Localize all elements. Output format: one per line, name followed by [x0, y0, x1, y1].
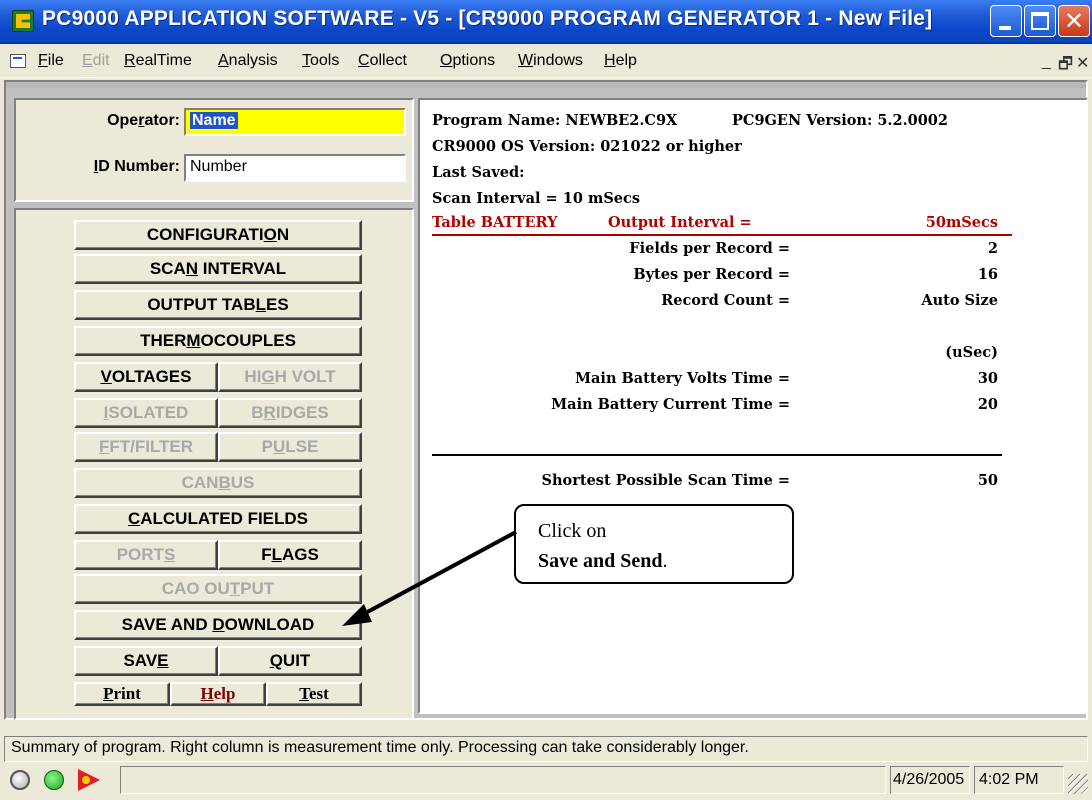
shortest-scan-value: 50 — [977, 472, 998, 489]
close-icon: ✕ — [1063, 7, 1085, 35]
id-number-input[interactable]: Number — [184, 154, 406, 182]
led-gray-icon — [10, 770, 30, 790]
main-battery-current-value: 20 — [977, 396, 998, 413]
output-interval-value: 50mSecs — [925, 214, 998, 231]
led-green-icon — [44, 770, 64, 790]
button-panel: CONFIGURATION SCAN INTERVAL OUTPUT TABLE… — [14, 208, 414, 720]
menu-bar: File Edit RealTime Analysis Tools Collec… — [0, 44, 1092, 78]
operator-input[interactable]: Name — [184, 108, 406, 136]
menu-tools[interactable]: Tools — [302, 52, 339, 70]
pulse-button[interactable]: PULSE — [218, 432, 362, 462]
title-bar[interactable]: PC9000 APPLICATION SOFTWARE - V5 - [CR90… — [0, 0, 1092, 44]
id-number-label: ID Number: — [93, 158, 180, 175]
main-battery-volts-value: 30 — [977, 370, 998, 387]
close-button[interactable]: ✕ — [1058, 5, 1090, 37]
quit-button[interactable]: QUIT — [218, 646, 362, 676]
app-icon[interactable] — [12, 10, 34, 32]
program-summary-panel: Program Name: NEWBE2.C9X PC9GEN Version:… — [418, 98, 1088, 714]
canbus-button[interactable]: CANBUS — [74, 468, 362, 498]
last-saved: Last Saved: — [432, 164, 525, 181]
fields-value: 2 — [987, 240, 998, 257]
ports-button[interactable]: PORTS — [74, 540, 218, 570]
run-arrow-icon[interactable] — [78, 769, 100, 791]
instruction-callout: Click on Save and Send. — [514, 504, 794, 584]
thermocouples-button[interactable]: THERMOCOUPLES — [74, 326, 362, 356]
save-button[interactable]: SAVE — [74, 646, 218, 676]
main-frame: Operator: Name ID Number: Number CONFIGU… — [4, 80, 1088, 720]
minimize-button[interactable] — [990, 5, 1022, 37]
record-count-value: Auto Size — [921, 292, 998, 309]
menu-edit[interactable]: Edit — [82, 52, 110, 70]
cao-output-button[interactable]: CAO OUTPUT — [74, 574, 362, 604]
divider — [432, 454, 1002, 456]
table-name: Table BATTERY — [432, 214, 558, 231]
scan-interval-button[interactable]: SCAN INTERVAL — [74, 254, 362, 284]
status-time: 4:02 PM — [974, 766, 1064, 794]
isolated-button[interactable]: ISOLATED — [74, 398, 218, 428]
operator-panel: Operator: Name ID Number: Number — [14, 98, 414, 202]
units-label: (uSec) — [945, 344, 998, 361]
menu-collect[interactable]: Collect — [358, 52, 407, 70]
calculated-fields-button[interactable]: CALCULATED FIELDS — [74, 504, 362, 534]
minimize-icon — [999, 26, 1011, 30]
output-tables-button[interactable]: OUTPUT TABLES — [74, 290, 362, 320]
bytes-value: 16 — [977, 266, 998, 283]
save-and-download-button[interactable]: SAVE AND DOWNLOAD — [74, 610, 362, 640]
program-name: Program Name: NEWBE2.C9X — [432, 112, 678, 129]
shortest-scan-label: Shortest Possible Scan Time = — [541, 472, 790, 489]
help-button[interactable]: Help — [170, 682, 266, 706]
red-divider — [432, 234, 1012, 236]
flags-button[interactable]: FLAGS — [218, 540, 362, 570]
bridges-button[interactable]: BRIDGES — [218, 398, 362, 428]
status-bar: Summary of program. Right column is meas… — [0, 722, 1092, 800]
voltages-button[interactable]: VOLTAGES — [74, 362, 218, 392]
fields-label: Fields per Record = — [629, 240, 790, 257]
pc9gen-version: PC9GEN Version: 5.2.0002 — [732, 112, 948, 129]
mdi-minimize-button[interactable]: _ — [1042, 53, 1051, 71]
callout-line-2: Save and Send. — [538, 550, 668, 572]
status-message: Summary of program. Right column is meas… — [4, 736, 1088, 762]
status-panel — [120, 766, 886, 794]
configuration-button[interactable]: CONFIGURATION — [74, 220, 362, 250]
print-button[interactable]: Print — [74, 682, 170, 706]
maximize-button[interactable] — [1024, 5, 1056, 37]
fft-filter-button[interactable]: FFT/FILTER — [74, 432, 218, 462]
resize-grip-icon[interactable] — [1068, 774, 1088, 794]
status-date: 4/26/2005 — [890, 766, 970, 794]
output-interval-label: Output Interval = — [608, 214, 752, 231]
menu-file[interactable]: File — [38, 52, 64, 70]
menu-analysis[interactable]: Analysis — [218, 52, 278, 70]
operator-label: Operator: — [107, 112, 180, 129]
window-title: PC9000 APPLICATION SOFTWARE - V5 - [CR90… — [42, 7, 933, 30]
high-volt-button[interactable]: HIGH VOLT — [218, 362, 362, 392]
document-icon[interactable] — [10, 54, 26, 68]
test-button[interactable]: Test — [266, 682, 362, 706]
os-version: CR9000 OS Version: 021022 or higher — [432, 138, 742, 155]
main-battery-volts-label: Main Battery Volts Time = — [574, 370, 790, 387]
menu-help[interactable]: Help — [604, 52, 637, 70]
bytes-label: Bytes per Record = — [633, 266, 790, 283]
callout-line-1: Click on — [538, 520, 607, 542]
menu-windows[interactable]: Windows — [518, 52, 583, 70]
record-count-label: Record Count = — [661, 292, 790, 309]
mdi-close-button[interactable]: ✕ — [1076, 53, 1089, 73]
menu-options[interactable]: Options — [440, 52, 495, 70]
maximize-icon — [1031, 12, 1049, 30]
menu-realtime[interactable]: RealTime — [124, 52, 192, 70]
scan-interval-summary: Scan Interval = 10 mSecs — [432, 190, 641, 207]
mdi-restore-button[interactable]: 🗗 — [1058, 53, 1073, 80]
main-battery-current-label: Main Battery Current Time = — [551, 396, 790, 413]
